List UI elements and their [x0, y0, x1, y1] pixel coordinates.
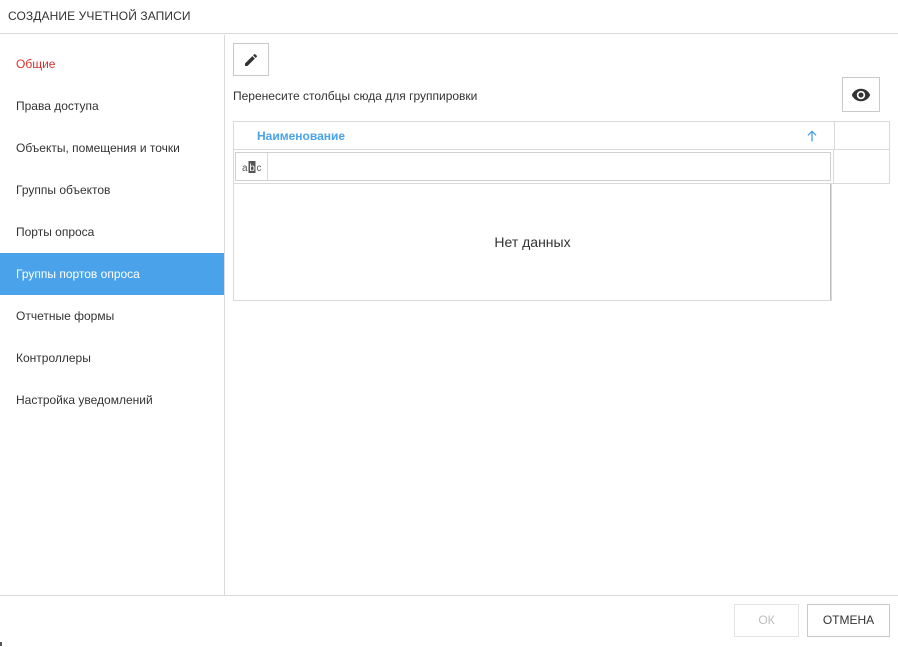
filter-cell-name: a b c — [235, 152, 831, 181]
sidebar-item-general[interactable]: Общие — [0, 43, 224, 85]
no-data-text: Нет данных — [494, 234, 571, 250]
corner-mark — [0, 642, 2, 646]
grid-header-row: Наименование — [233, 121, 890, 150]
sidebar-item-notification-settings[interactable]: Настройка уведомлений — [0, 379, 224, 421]
cancel-button[interactable]: ОТМЕНА — [807, 604, 890, 637]
abc-icon: a b c — [242, 160, 261, 174]
column-header-name[interactable]: Наименование — [234, 122, 835, 149]
svg-text:b: b — [249, 163, 255, 174]
pencil-icon — [245, 53, 258, 66]
sidebar-item-polling-ports[interactable]: Порты опроса — [0, 211, 224, 253]
filter-input-name[interactable] — [268, 153, 828, 180]
sidebar-item-report-forms[interactable]: Отчетные формы — [0, 295, 224, 337]
column-chooser-button[interactable] — [842, 77, 880, 112]
filter-operation-button[interactable]: a b c — [236, 153, 268, 180]
eye-icon — [851, 88, 871, 101]
group-panel: Перенесите столбцы сюда для группировки — [233, 89, 478, 103]
ok-button[interactable]: ОК — [734, 604, 799, 637]
column-header-label: Наименование — [257, 129, 346, 143]
filter-row: a b c — [233, 150, 890, 184]
sidebar-item-polling-port-groups[interactable]: Группы портов опроса — [0, 253, 224, 295]
edit-button[interactable] — [233, 43, 269, 76]
sidebar-item-access-rights[interactable]: Права доступа — [0, 85, 224, 127]
dialog-header: СОЗДАНИЕ УЧЕТНОЙ ЗАПИСИ — [0, 0, 898, 34]
grid-data-area: Нет данных — [233, 184, 832, 301]
sidebar-item-controllers[interactable]: Контроллеры — [0, 337, 224, 379]
sidebar-item-objects-rooms-points[interactable]: Объекты, помещения и точки — [0, 127, 224, 169]
dialog-footer: ОК ОТМЕНА — [0, 595, 898, 647]
sort-ascending-icon — [807, 130, 817, 142]
dialog-title: СОЗДАНИЕ УЧЕТНОЙ ЗАПИСИ — [8, 9, 191, 23]
svg-text:c: c — [256, 163, 261, 174]
sidebar-item-object-groups[interactable]: Группы объектов — [0, 169, 224, 211]
content-panel: Перенесите столбцы сюда для группировки … — [225, 35, 898, 595]
svg-text:a: a — [242, 163, 248, 174]
account-creation-dialog: СОЗДАНИЕ УЧЕТНОЙ ЗАПИСИ Общие Права дост… — [0, 0, 898, 646]
sidebar: Общие Права доступа Объекты, помещения и… — [0, 35, 225, 595]
filter-column-divider — [833, 150, 834, 183]
